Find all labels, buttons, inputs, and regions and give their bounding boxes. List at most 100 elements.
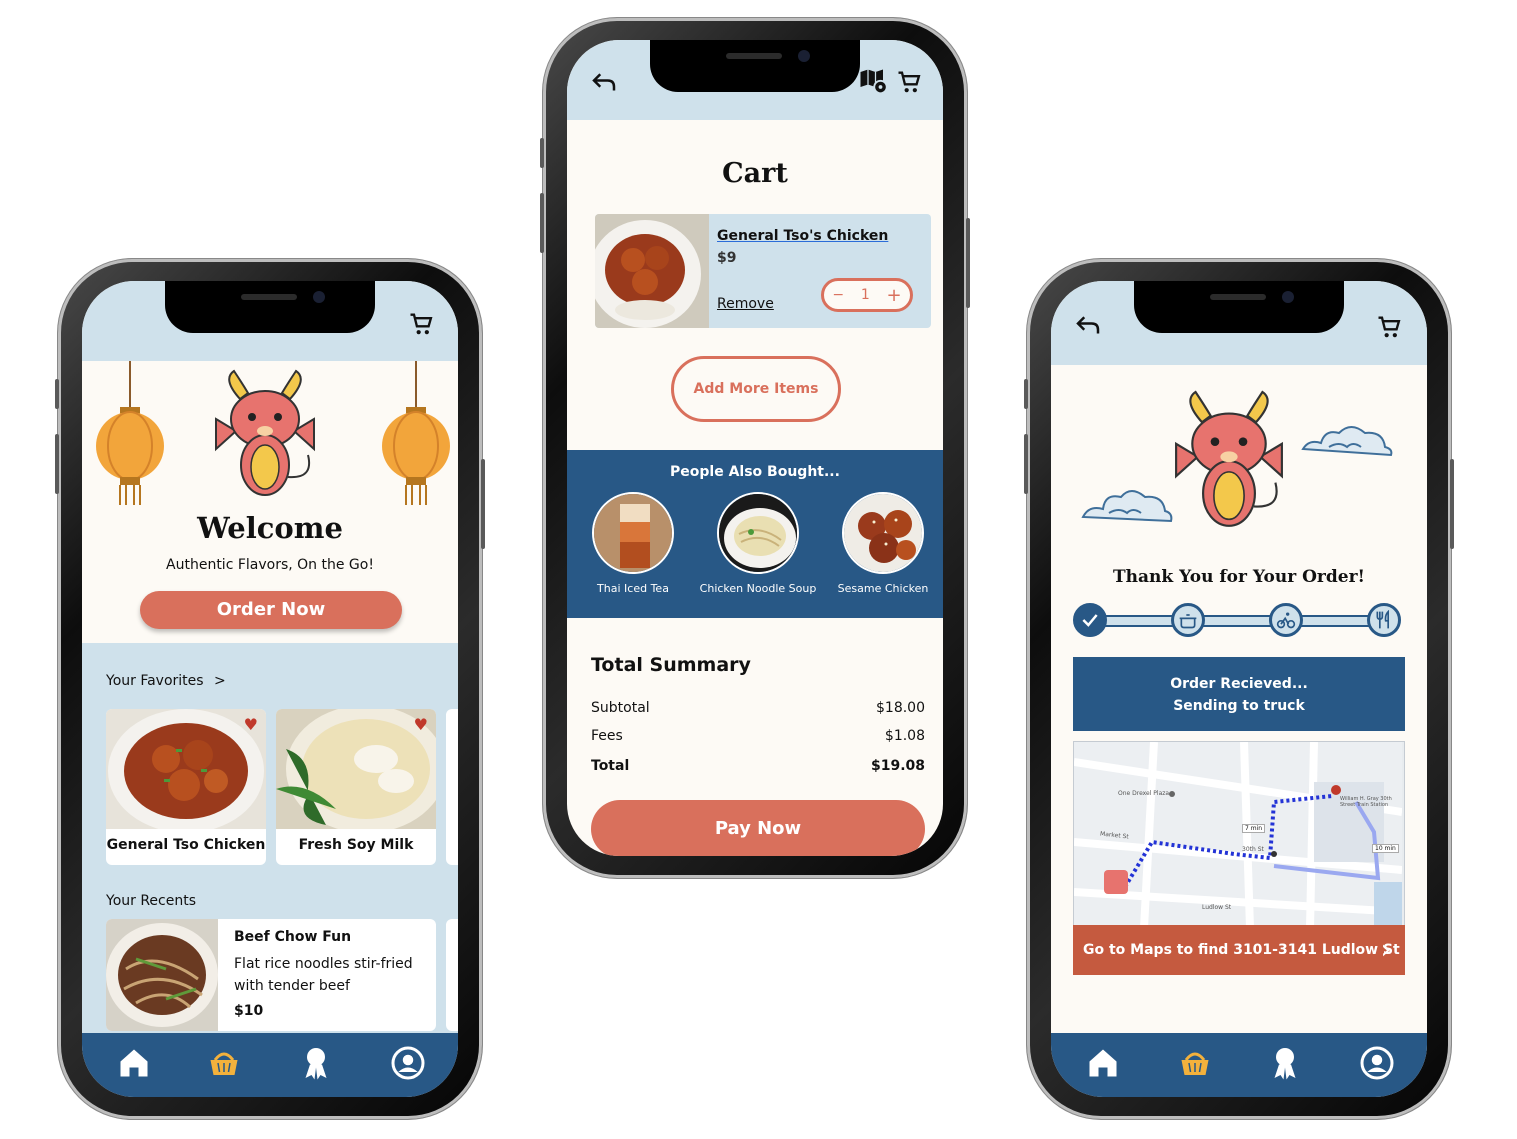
favorite-heart-icon[interactable]: ♥ bbox=[414, 715, 428, 734]
cart-phone: Cart General Tso's Chicken $9 Remove − 1… bbox=[540, 18, 970, 878]
dragon-mascot-icon bbox=[1175, 390, 1283, 527]
recent-item-title: Beef Chow Fun bbox=[234, 929, 352, 945]
fees-value: $1.08 bbox=[884, 728, 925, 744]
favorite-label: Fresh Soy Milk bbox=[298, 837, 414, 853]
home-phone: Welcome Authentic Flavors, On the Go! Or… bbox=[55, 259, 485, 1119]
beef-chow-fun-image bbox=[106, 919, 218, 1031]
suggestion-item[interactable]: Thai Iced Tea bbox=[570, 492, 696, 595]
quantity-stepper: − 1 + bbox=[821, 278, 913, 312]
general-tso-chicken-image bbox=[106, 709, 266, 829]
rewards-icon[interactable] bbox=[1267, 1045, 1307, 1085]
fees-row: Fees $1.08 bbox=[591, 728, 925, 744]
tracking-screen: Thank You for Your Order! Order Recieved… bbox=[1051, 281, 1427, 1097]
suggestion-label: Sesame Chicken bbox=[837, 582, 929, 595]
delivery-bike-icon bbox=[1269, 603, 1303, 637]
profile-icon[interactable] bbox=[1359, 1045, 1399, 1085]
remove-link[interactable]: Remove bbox=[717, 296, 774, 312]
total-value: $19.08 bbox=[870, 758, 925, 774]
cart-icon[interactable] bbox=[406, 309, 436, 339]
recent-card-peek bbox=[446, 919, 458, 1031]
go-to-maps-button[interactable]: Go to Maps to find 3101-3141 Ludlow St › bbox=[1073, 925, 1405, 975]
order-now-button[interactable]: Order Now bbox=[140, 591, 402, 629]
cart-icon[interactable] bbox=[1373, 311, 1405, 343]
tracking-phone: Thank You for Your Order! Order Recieved… bbox=[1024, 259, 1454, 1119]
people-also-bought-section: People Also Bought... Thai Iced Tea Chic… bbox=[567, 450, 943, 618]
favorite-card[interactable]: ♥ Fresh Soy Milk bbox=[276, 709, 436, 865]
cart-screen: Cart General Tso's Chicken $9 Remove − 1… bbox=[567, 40, 943, 856]
people-also-bought-title: People Also Bought... bbox=[670, 464, 840, 480]
cart-title: Cart bbox=[722, 158, 788, 189]
home-screen: Welcome Authentic Flavors, On the Go! Or… bbox=[82, 281, 458, 1097]
bottom-nav bbox=[82, 1033, 458, 1097]
order-progress-track bbox=[1091, 615, 1387, 627]
back-arrow-icon[interactable] bbox=[1071, 309, 1105, 343]
map-label-walk-time: 7 min bbox=[1242, 824, 1266, 833]
lantern-left-icon bbox=[96, 361, 164, 505]
favorite-card-peek bbox=[446, 709, 458, 865]
order-status-box: Order Recieved... Sending to truck bbox=[1073, 657, 1405, 731]
status-line-2: Sending to truck bbox=[1173, 698, 1305, 714]
recent-item-price: $10 bbox=[234, 1003, 264, 1019]
home-lower-section: Your Favorites > ♥ General Tso Chicken ♥… bbox=[82, 643, 458, 1033]
food-basket-icon[interactable] bbox=[1177, 1045, 1217, 1085]
suggestion-item[interactable]: Sesame Chicken bbox=[820, 492, 943, 595]
home-icon[interactable] bbox=[1085, 1045, 1125, 1085]
map-label-drive-time: 10 min bbox=[1372, 844, 1399, 853]
suggestion-item[interactable]: Chicken Noodle Soup bbox=[695, 492, 821, 595]
map-label-plaza: One Drexel Plaza bbox=[1118, 790, 1170, 797]
thai-iced-tea-image bbox=[594, 494, 672, 572]
home-hero: Welcome Authentic Flavors, On the Go! Or… bbox=[82, 361, 458, 643]
subtotal-label: Subtotal bbox=[591, 700, 650, 716]
food-basket-icon[interactable] bbox=[206, 1045, 246, 1085]
chicken-noodle-soup-image bbox=[719, 494, 797, 572]
cart-item: General Tso's Chicken $9 Remove − 1 + bbox=[595, 214, 931, 328]
minus-button[interactable]: − bbox=[832, 287, 844, 303]
fresh-soy-milk-image bbox=[276, 709, 436, 829]
go-to-maps-label: Go to Maps to find 3101-3141 Ludlow St bbox=[1083, 942, 1400, 958]
chevron-right-icon: > bbox=[214, 673, 226, 689]
favorite-label: General Tso Chicken bbox=[106, 837, 266, 853]
route-map[interactable]: Market St One Drexel Plaza 30th St Willi… bbox=[1073, 741, 1405, 929]
back-arrow-icon[interactable] bbox=[587, 66, 621, 100]
subtotal-value: $18.00 bbox=[876, 700, 925, 716]
favorites-header[interactable]: Your Favorites > bbox=[106, 673, 226, 689]
recent-item-description: Flat rice noodles stir-fried with tender… bbox=[234, 956, 413, 994]
recent-item-card[interactable]: Beef Chow Fun Flat rice noodles stir-fri… bbox=[106, 919, 436, 1031]
total-summary-title: Total Summary bbox=[591, 654, 751, 676]
status-line-1: Order Recieved... bbox=[1170, 676, 1308, 692]
pay-now-button[interactable]: Pay Now bbox=[591, 800, 925, 856]
quantity-value: 1 bbox=[860, 287, 870, 303]
suggestion-label: Thai Iced Tea bbox=[597, 582, 669, 595]
utensils-icon bbox=[1367, 603, 1401, 637]
bottom-nav bbox=[1051, 1033, 1427, 1097]
plus-button[interactable]: + bbox=[887, 285, 902, 306]
dragon-mascot-icon bbox=[215, 369, 315, 496]
cloud-right-icon bbox=[1301, 426, 1393, 457]
subtotal-row: Subtotal $18.00 bbox=[591, 700, 925, 716]
tagline: Authentic Flavors, On the Go! bbox=[166, 557, 374, 573]
check-icon bbox=[1073, 603, 1107, 637]
suggestion-label: Chicken Noodle Soup bbox=[699, 582, 817, 595]
sesame-chicken-image bbox=[844, 494, 922, 572]
profile-icon[interactable] bbox=[390, 1045, 430, 1085]
thank-you-heading: Thank You for Your Order! bbox=[1112, 567, 1365, 587]
chevron-right-icon: › bbox=[1380, 935, 1391, 965]
favorite-card[interactable]: ♥ General Tso Chicken bbox=[106, 709, 266, 865]
map-label-ludlow: Ludlow St bbox=[1202, 904, 1232, 911]
home-icon[interactable] bbox=[116, 1045, 156, 1085]
total-row: Total $19.08 bbox=[591, 758, 925, 774]
fees-label: Fees bbox=[591, 728, 623, 744]
cart-icon[interactable] bbox=[893, 66, 925, 98]
recents-label: Your Recents bbox=[106, 893, 197, 909]
lantern-right-icon bbox=[382, 361, 450, 505]
cart-item-name[interactable]: General Tso's Chicken bbox=[717, 228, 888, 244]
map-label-30th-st: 30th St bbox=[1242, 846, 1264, 853]
map-label-station: William H. Gray 30th Street Train Statio… bbox=[1340, 796, 1392, 808]
general-tsos-chicken-image bbox=[595, 214, 709, 328]
map-icon[interactable] bbox=[857, 66, 889, 98]
add-more-items-button[interactable]: Add More Items bbox=[671, 356, 841, 422]
welcome-heading: Welcome bbox=[197, 511, 343, 545]
total-label: Total bbox=[591, 758, 630, 774]
rewards-icon[interactable] bbox=[298, 1045, 338, 1085]
favorite-heart-icon[interactable]: ♥ bbox=[244, 715, 258, 734]
